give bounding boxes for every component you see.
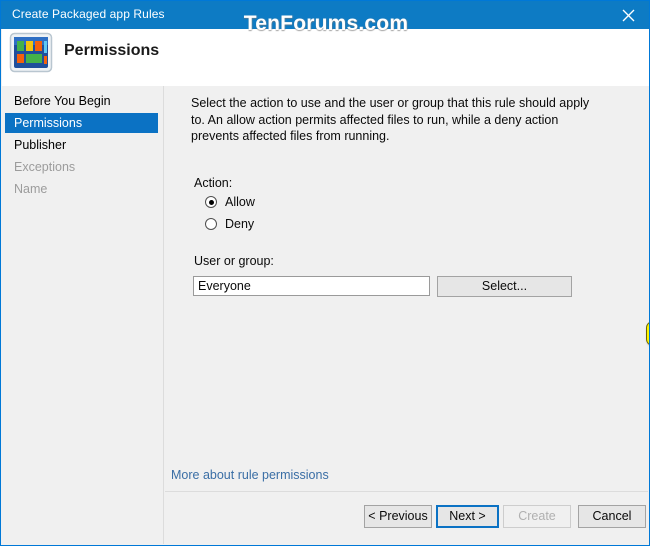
radio-allow-label: Allow	[225, 195, 255, 209]
previous-button[interactable]: < Previous	[364, 505, 432, 528]
sidebar-item-label: Before You Begin	[14, 94, 111, 108]
next-button[interactable]: Next >	[436, 505, 499, 528]
create-packaged-app-rules-window: Create Packaged app Rules TenForums.com	[0, 0, 650, 546]
radio-allow[interactable]: Allow	[205, 195, 255, 209]
close-icon[interactable]	[605, 1, 649, 29]
sidebar-item-label: Permissions	[14, 116, 83, 130]
action-label: Action:	[194, 176, 233, 190]
radio-deny[interactable]: Deny	[205, 217, 254, 231]
page-title: Permissions	[64, 42, 160, 59]
content-pane: Select the action to use and the user or…	[165, 86, 649, 493]
sidebar-item-before-you-begin[interactable]: Before You Begin	[5, 91, 158, 111]
title-bar: Create Packaged app Rules	[1, 1, 649, 29]
sidebar-item-publisher[interactable]: Publisher	[5, 135, 158, 155]
callout-text: Click on	[646, 321, 649, 346]
sidebar-item-name: Name	[5, 179, 158, 199]
page-header: Permissions	[2, 29, 649, 86]
select-button[interactable]: Select...	[437, 276, 572, 297]
sidebar-item-label: Exceptions	[14, 160, 76, 174]
radio-allow-indicator	[205, 196, 217, 208]
wizard-steps-sidebar: Before You Begin Permissions Publisher E…	[2, 86, 164, 544]
cancel-button[interactable]: Cancel	[578, 505, 646, 528]
click-on-callout: Click on	[646, 321, 649, 346]
window-title: Create Packaged app Rules	[12, 7, 165, 21]
user-or-group-input[interactable]	[193, 276, 430, 296]
more-about-rule-permissions-link[interactable]: More about rule permissions	[171, 468, 329, 482]
sidebar-item-label: Name	[14, 182, 48, 196]
footer-button-bar: < Previous Next > Create Cancel	[165, 491, 648, 544]
intro-text: Select the action to use and the user or…	[191, 96, 590, 143]
packaged-app-rules-icon	[9, 32, 53, 74]
user-or-group-label: User or group:	[194, 254, 274, 268]
radio-deny-label: Deny	[225, 217, 255, 231]
sidebar-item-exceptions: Exceptions	[5, 157, 158, 177]
sidebar-item-permissions[interactable]: Permissions	[5, 113, 158, 133]
sidebar-item-label: Publisher	[14, 138, 67, 152]
radio-deny-indicator	[205, 218, 217, 230]
create-button: Create	[503, 505, 571, 528]
